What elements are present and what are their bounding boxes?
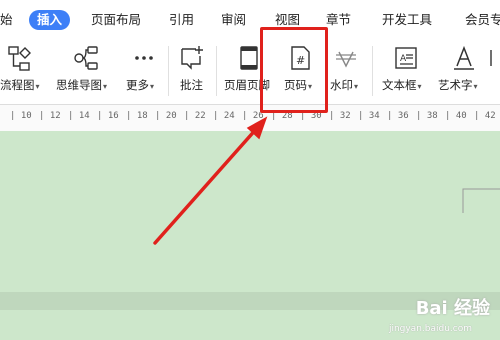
annotation-arrow [153, 116, 268, 245]
baidu-jingyan-logo: Bai 经验 [415, 298, 490, 319]
watermark-url: jingyan.baidu.com [388, 324, 472, 334]
